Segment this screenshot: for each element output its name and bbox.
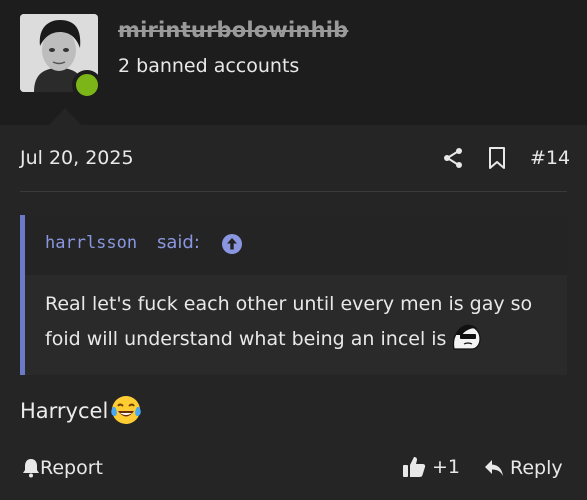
post-number[interactable]: #14 [530, 147, 570, 169]
like-count: +1 [432, 456, 461, 478]
quote-author[interactable]: harrlsson [45, 233, 137, 253]
thumbs-up-icon [402, 455, 426, 479]
incel-sticker-icon [448, 321, 484, 351]
post-author-header: mirinturbolowinhib 2 banned accounts [0, 0, 587, 125]
username[interactable]: mirinturbolowinhib [118, 18, 348, 42]
header-pointer-arrow [49, 108, 81, 125]
quote-block: harrlsson said: Real let's fuck each oth… [20, 215, 567, 375]
like-button[interactable]: +1 [402, 455, 460, 479]
divider [20, 191, 567, 192]
reply-label: Reply [510, 457, 563, 479]
reply-button[interactable]: Reply [484, 457, 563, 479]
bell-icon [22, 458, 40, 478]
post-date[interactable]: Jul 20, 2025 [20, 147, 134, 169]
arrow-up-circle-icon[interactable] [221, 233, 243, 255]
share-icon[interactable] [441, 146, 465, 170]
quote-said-label: said: [157, 232, 200, 253]
quote-header: harrlsson said: [25, 215, 567, 275]
reply-arrow-icon [484, 459, 504, 477]
avatar[interactable] [20, 14, 102, 100]
post-body: Jul 20, 2025 #14 harrlsson said: Real le… [0, 125, 587, 500]
reply-text-content: Harrycel [20, 399, 109, 423]
user-subtitle: 2 banned accounts [118, 55, 300, 77]
report-label: Report [40, 457, 103, 479]
quote-text: Real let's fuck each other until every m… [45, 287, 555, 356]
tears-of-joy-emoji-icon [110, 394, 142, 426]
bookmark-icon[interactable] [487, 146, 507, 170]
reply-text: Harrycel [20, 394, 142, 426]
report-button[interactable]: Report [22, 457, 103, 479]
online-status-indicator [72, 70, 102, 100]
